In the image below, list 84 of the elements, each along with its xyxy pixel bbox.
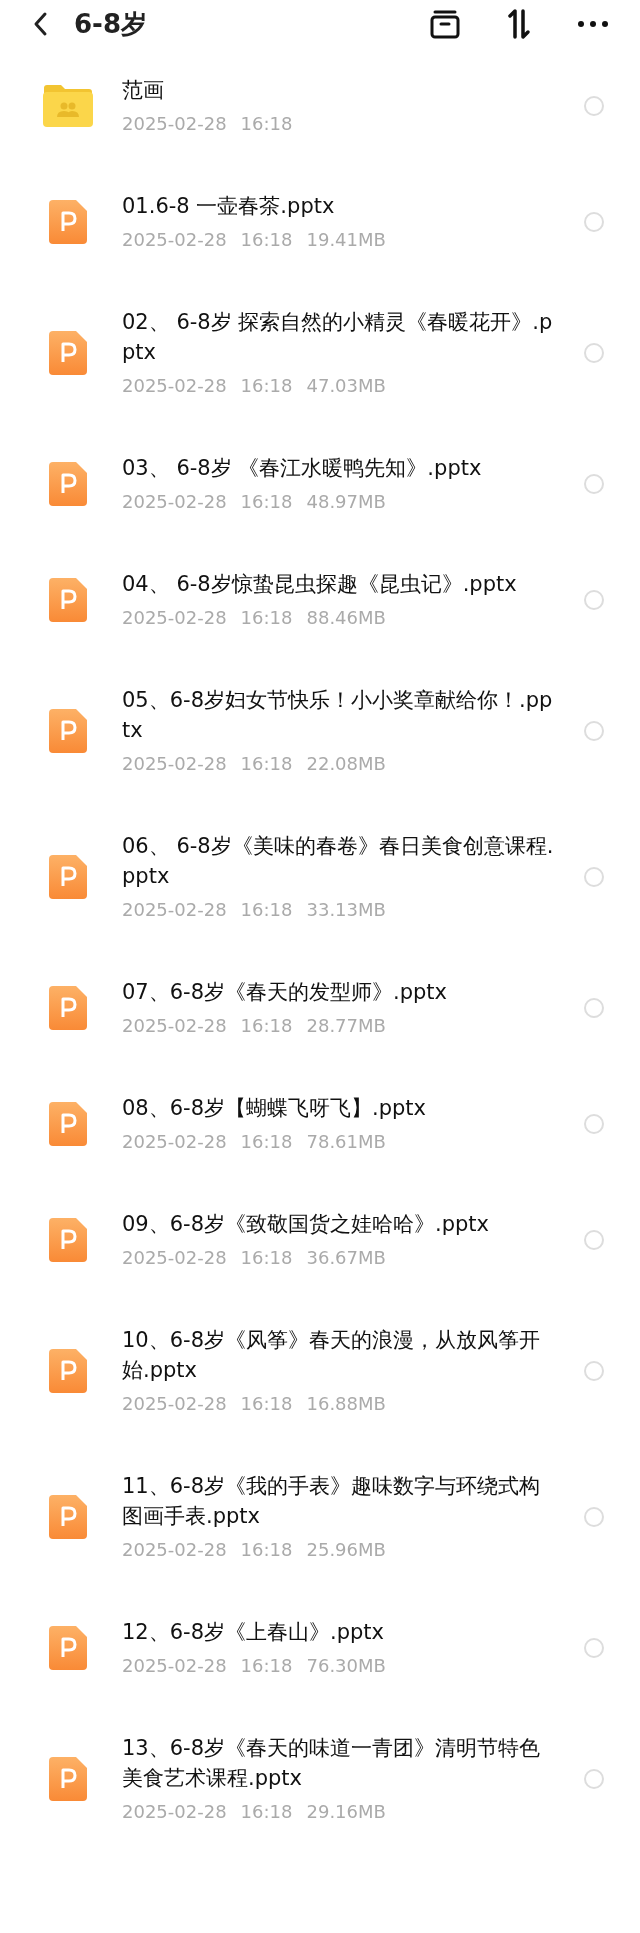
file-name: 范画: [122, 77, 165, 104]
presentation-file-icon: [49, 1495, 87, 1539]
presentation-file-icon: [49, 1757, 87, 1801]
select-radio[interactable]: [584, 867, 604, 887]
file-time: 16:18: [240, 228, 293, 252]
page-title: 6-8岁: [74, 7, 148, 41]
folder-icon: [42, 84, 94, 128]
presentation-file-icon: [49, 1218, 87, 1262]
file-size: 88.46MB: [306, 606, 386, 630]
file-size: 76.30MB: [306, 1654, 386, 1678]
file-time: 16:18: [240, 1246, 293, 1270]
presentation-file-icon: [49, 1349, 87, 1393]
presentation-file-icon: [49, 855, 87, 899]
file-date: 2025-02-28: [122, 374, 227, 398]
presentation-file-icon: [49, 200, 87, 244]
file-date: 2025-02-28: [122, 1800, 227, 1824]
file-date: 2025-02-28: [122, 1246, 227, 1270]
select-radio[interactable]: [584, 1769, 604, 1789]
file-time: 16:18: [240, 898, 293, 922]
file-date: 2025-02-28: [122, 490, 227, 514]
file-date: 2025-02-28: [122, 1130, 227, 1154]
file-date: 2025-02-28: [122, 1654, 227, 1678]
file-time: 16:18: [240, 112, 293, 136]
presentation-file-icon: [49, 1626, 87, 1670]
select-radio[interactable]: [584, 96, 604, 116]
file-size: 33.13MB: [306, 898, 386, 922]
file-size: 47.03MB: [306, 374, 386, 398]
file-date: 2025-02-28: [122, 228, 227, 252]
file-time: 16:18: [240, 752, 293, 776]
file-name: 06、 6-8岁《美味的春卷》春日美食创意课程.pptx: [122, 833, 554, 890]
file-name: 03、 6-8岁 《春江水暖鸭先知》.pptx: [122, 455, 483, 482]
file-size: 25.96MB: [306, 1538, 386, 1562]
select-radio[interactable]: [584, 1114, 604, 1134]
file-name: 10、6-8岁《风筝》春天的浪漫，从放风筝开始.pptx: [122, 1327, 542, 1384]
file-size: 36.67MB: [306, 1246, 386, 1270]
file-size: 22.08MB: [306, 752, 386, 776]
file-size: 78.61MB: [306, 1130, 386, 1154]
presentation-file-icon: [49, 331, 87, 375]
file-date: 2025-02-28: [122, 112, 227, 136]
select-radio[interactable]: [584, 343, 604, 363]
presentation-file-icon: [49, 709, 87, 753]
file-date: 2025-02-28: [122, 1014, 227, 1038]
file-name: 08、6-8岁【蝴蝶飞呀飞】.pptx: [122, 1095, 428, 1122]
file-time: 16:18: [240, 1800, 293, 1824]
file-date: 2025-02-28: [122, 1538, 227, 1562]
file-name: 07、6-8岁《春天的发型师》.pptx: [122, 979, 449, 1006]
file-name: 13、6-8岁《春天的味道一青团》清明节特色美食艺术课程.pptx: [122, 1735, 542, 1792]
file-time: 16:18: [240, 1538, 293, 1562]
select-radio[interactable]: [584, 590, 604, 610]
file-time: 16:18: [240, 1392, 293, 1416]
file-time: 16:18: [240, 1014, 293, 1038]
file-size: 19.41MB: [306, 228, 386, 252]
file-name: 04、 6-8岁惊蛰昆虫探趣《昆虫记》.pptx: [122, 571, 518, 598]
file-name: 05、6-8岁妇女节快乐！小小奖章献给你！.pptx: [122, 687, 554, 744]
file-date: 2025-02-28: [122, 898, 227, 922]
file-size: 48.97MB: [306, 490, 386, 514]
file-name: 12、6-8岁《上春山》.pptx: [122, 1619, 386, 1646]
select-radio[interactable]: [584, 721, 604, 741]
file-size: 16.88MB: [306, 1392, 386, 1416]
presentation-file-icon: [49, 1102, 87, 1146]
select-radio[interactable]: [584, 1361, 604, 1381]
file-time: 16:18: [240, 374, 293, 398]
file-time: 16:18: [240, 1654, 293, 1678]
select-radio[interactable]: [584, 1230, 604, 1250]
file-time: 16:18: [240, 490, 293, 514]
select-radio[interactable]: [584, 474, 604, 494]
file-name: 01.6-8 一壶春茶.pptx: [122, 193, 336, 220]
file-time: 16:18: [240, 606, 293, 630]
file-name: 02、 6-8岁 探索自然的小精灵《春暖花开》.pptx: [122, 309, 554, 366]
presentation-file-icon: [49, 578, 87, 622]
select-radio[interactable]: [584, 998, 604, 1018]
select-radio[interactable]: [584, 212, 604, 232]
file-time: 16:18: [240, 1130, 293, 1154]
presentation-file-icon: [49, 462, 87, 506]
file-date: 2025-02-28: [122, 606, 227, 630]
presentation-file-icon: [49, 986, 87, 1030]
file-date: 2025-02-28: [122, 752, 227, 776]
file-date: 2025-02-28: [122, 1392, 227, 1416]
file-name: 11、6-8岁《我的手表》趣味数字与环绕式构图画手表.pptx: [122, 1473, 542, 1530]
select-radio[interactable]: [584, 1638, 604, 1658]
file-size: 28.77MB: [306, 1014, 386, 1038]
select-radio[interactable]: [584, 1507, 604, 1527]
file-name: 09、6-8岁《致敬国货之娃哈哈》.pptx: [122, 1211, 491, 1238]
file-size: 29.16MB: [306, 1800, 386, 1824]
